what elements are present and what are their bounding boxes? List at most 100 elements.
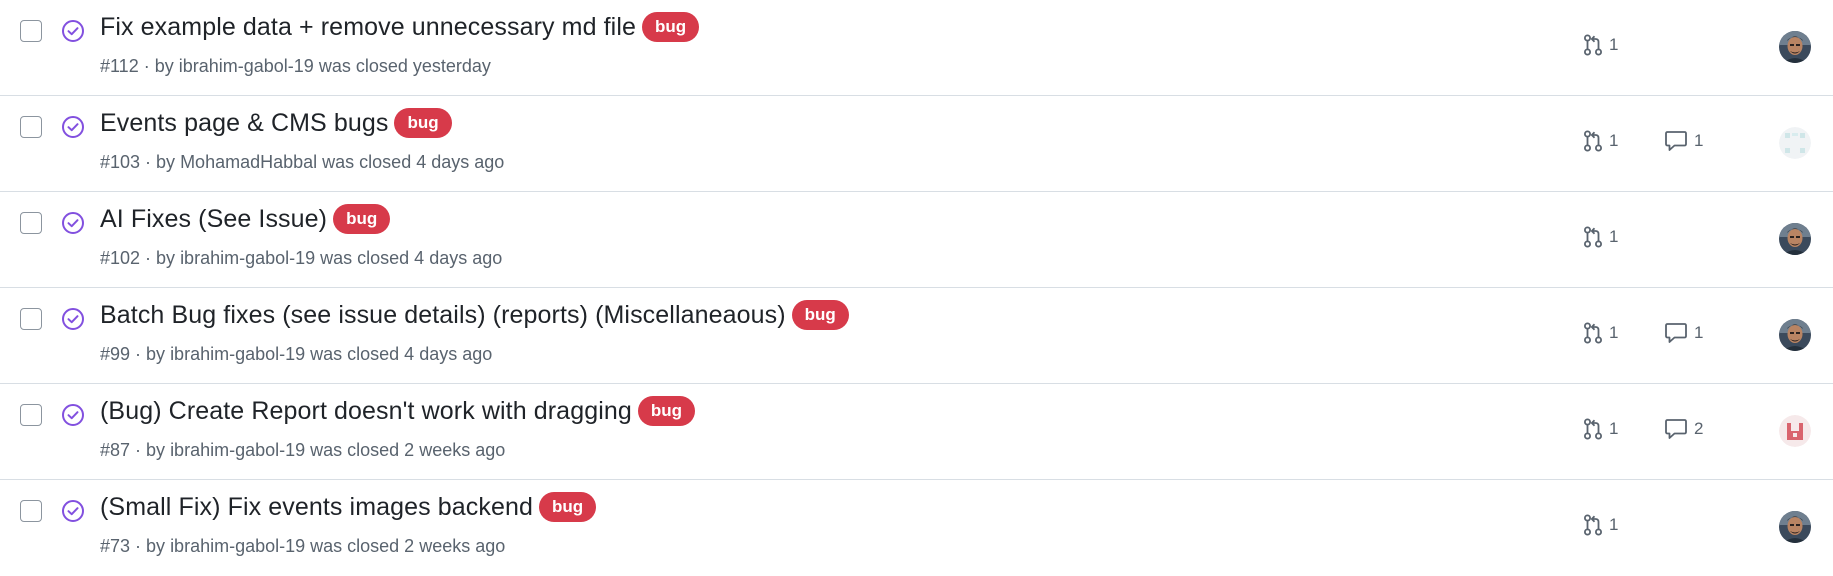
- issue-closed-icon: [62, 500, 84, 522]
- select-checkbox[interactable]: [20, 212, 42, 234]
- linked-pr-link[interactable]: 1: [1583, 322, 1618, 344]
- issue-row: (Bug) Create Report doesn't work with dr…: [0, 384, 1833, 480]
- linked-pr-count: 1: [1609, 323, 1619, 342]
- issue-row: AI Fixes (See Issue) bug #102 · by ibrah…: [0, 192, 1833, 288]
- issue-meta: #87 · by ibrahim-gabol-19 was closed 2 w…: [100, 440, 505, 461]
- assignee-avatar[interactable]: [1779, 415, 1811, 447]
- linked-pr-count: 1: [1609, 131, 1619, 150]
- author-link[interactable]: ibrahim-gabol-19: [170, 440, 305, 460]
- identicon-avatar: [1779, 127, 1811, 159]
- author-link[interactable]: ibrahim-gabol-19: [170, 344, 305, 364]
- closed-time: was closed yesterday: [313, 56, 491, 76]
- title-line: AI Fixes (See Issue) bug: [100, 204, 391, 234]
- issue-title-link[interactable]: (Bug) Create Report doesn't work with dr…: [100, 397, 632, 426]
- git-pull-request-icon: [1584, 322, 1602, 344]
- assignee-avatar[interactable]: [1779, 223, 1811, 255]
- title-line: (Bug) Create Report doesn't work with dr…: [100, 396, 696, 426]
- assignee-avatar[interactable]: [1779, 127, 1811, 159]
- by-text: · by: [130, 344, 171, 364]
- issue-number: #112: [100, 56, 139, 76]
- user-photo-avatar: [1779, 511, 1811, 543]
- select-checkbox[interactable]: [20, 20, 42, 42]
- git-pull-request-icon: [1584, 226, 1602, 248]
- comments-link[interactable]: 1: [1664, 130, 1703, 152]
- author-link[interactable]: ibrahim-gabol-19: [170, 536, 305, 556]
- git-pull-request-icon: [1584, 418, 1602, 440]
- issue-title-link[interactable]: (Small Fix) Fix events images backend: [100, 493, 533, 522]
- issue-row: (Small Fix) Fix events images backend bu…: [0, 480, 1833, 576]
- comment-count: 2: [1694, 419, 1704, 438]
- linked-pr-link[interactable]: 1: [1583, 418, 1618, 440]
- linked-pr-count: 1: [1609, 35, 1619, 54]
- comment-icon: [1665, 131, 1687, 151]
- git-pull-request-icon: [1584, 34, 1602, 56]
- issue-number: #73: [100, 536, 131, 556]
- author-link[interactable]: MohamadHabbal: [180, 152, 317, 172]
- comment-icon: [1665, 419, 1687, 439]
- linked-pr-count: 1: [1609, 227, 1619, 246]
- issue-number: #103: [100, 152, 141, 172]
- issue-meta: #73 · by ibrahim-gabol-19 was closed 2 w…: [100, 536, 505, 557]
- label-badge[interactable]: bug: [791, 300, 849, 330]
- git-pull-request-icon: [1584, 130, 1602, 152]
- closed-time: was closed 4 days ago: [317, 152, 505, 172]
- assignee-avatar[interactable]: [1779, 511, 1811, 543]
- issue-meta: #99 · by ibrahim-gabol-19 was closed 4 d…: [100, 344, 492, 365]
- title-line: Events page & CMS bugs bug: [100, 108, 452, 138]
- title-line: (Small Fix) Fix events images backend bu…: [100, 492, 597, 522]
- by-text: · by: [138, 56, 179, 76]
- issue-list: Fix example data + remove unnecessary md…: [0, 0, 1833, 576]
- linked-pr-count: 1: [1609, 419, 1619, 438]
- closed-time: was closed 4 days ago: [305, 344, 493, 364]
- select-checkbox[interactable]: [20, 404, 42, 426]
- issue-meta: #102 · by ibrahim-gabol-19 was closed 4 …: [100, 248, 502, 269]
- by-text: · by: [140, 248, 181, 268]
- label-badge[interactable]: bug: [539, 492, 597, 522]
- linked-pr-link[interactable]: 1: [1583, 34, 1618, 56]
- by-text: · by: [140, 152, 181, 172]
- issue-closed-icon: [62, 20, 84, 42]
- issue-title-link[interactable]: Events page & CMS bugs: [100, 109, 388, 138]
- issue-closed-icon: [62, 116, 84, 138]
- linked-pr-link[interactable]: 1: [1583, 514, 1618, 536]
- comments-link[interactable]: 2: [1664, 418, 1703, 440]
- title-line: Fix example data + remove unnecessary md…: [100, 12, 700, 42]
- assignee-avatar[interactable]: [1779, 319, 1811, 351]
- issue-title-link[interactable]: Batch Bug fixes (see issue details) (rep…: [100, 301, 786, 330]
- select-checkbox[interactable]: [20, 500, 42, 522]
- issue-closed-icon: [62, 308, 84, 330]
- comment-icon: [1665, 323, 1687, 343]
- title-line: Batch Bug fixes (see issue details) (rep…: [100, 300, 849, 330]
- label-badge[interactable]: bug: [642, 12, 700, 42]
- issue-row: Events page & CMS bugs bug #103 · by Moh…: [0, 96, 1833, 192]
- label-badge[interactable]: bug: [637, 396, 696, 426]
- issue-title-link[interactable]: AI Fixes (See Issue): [100, 205, 327, 234]
- issue-title-link[interactable]: Fix example data + remove unnecessary md…: [100, 13, 636, 42]
- comments-link[interactable]: 1: [1664, 322, 1703, 344]
- identicon-avatar: [1779, 415, 1811, 447]
- user-photo-avatar: [1779, 319, 1811, 351]
- select-checkbox[interactable]: [20, 308, 42, 330]
- author-link[interactable]: ibrahim-gabol-19: [179, 56, 314, 76]
- issue-closed-icon: [62, 404, 84, 426]
- closed-time: was closed 4 days ago: [315, 248, 503, 268]
- by-text: · by: [130, 536, 171, 556]
- issue-row: Fix example data + remove unnecessary md…: [0, 0, 1833, 96]
- comment-count: 1: [1694, 323, 1704, 342]
- issue-number: #99: [100, 344, 131, 364]
- select-checkbox[interactable]: [20, 116, 42, 138]
- git-pull-request-icon: [1584, 514, 1602, 536]
- label-badge[interactable]: bug: [394, 108, 452, 138]
- linked-pr-link[interactable]: 1: [1583, 130, 1618, 152]
- linked-pr-link[interactable]: 1: [1583, 226, 1618, 248]
- assignee-avatar[interactable]: [1779, 31, 1811, 63]
- issue-closed-icon: [62, 212, 84, 234]
- label-badge[interactable]: bug: [333, 204, 391, 234]
- closed-time: was closed 2 weeks ago: [305, 536, 506, 556]
- author-link[interactable]: ibrahim-gabol-19: [180, 248, 315, 268]
- issue-meta: #103 · by MohamadHabbal was closed 4 day…: [100, 152, 504, 173]
- issue-row: Batch Bug fixes (see issue details) (rep…: [0, 288, 1833, 384]
- user-photo-avatar: [1779, 31, 1811, 63]
- issue-number: #102: [100, 248, 141, 268]
- issue-number: #87: [100, 440, 131, 460]
